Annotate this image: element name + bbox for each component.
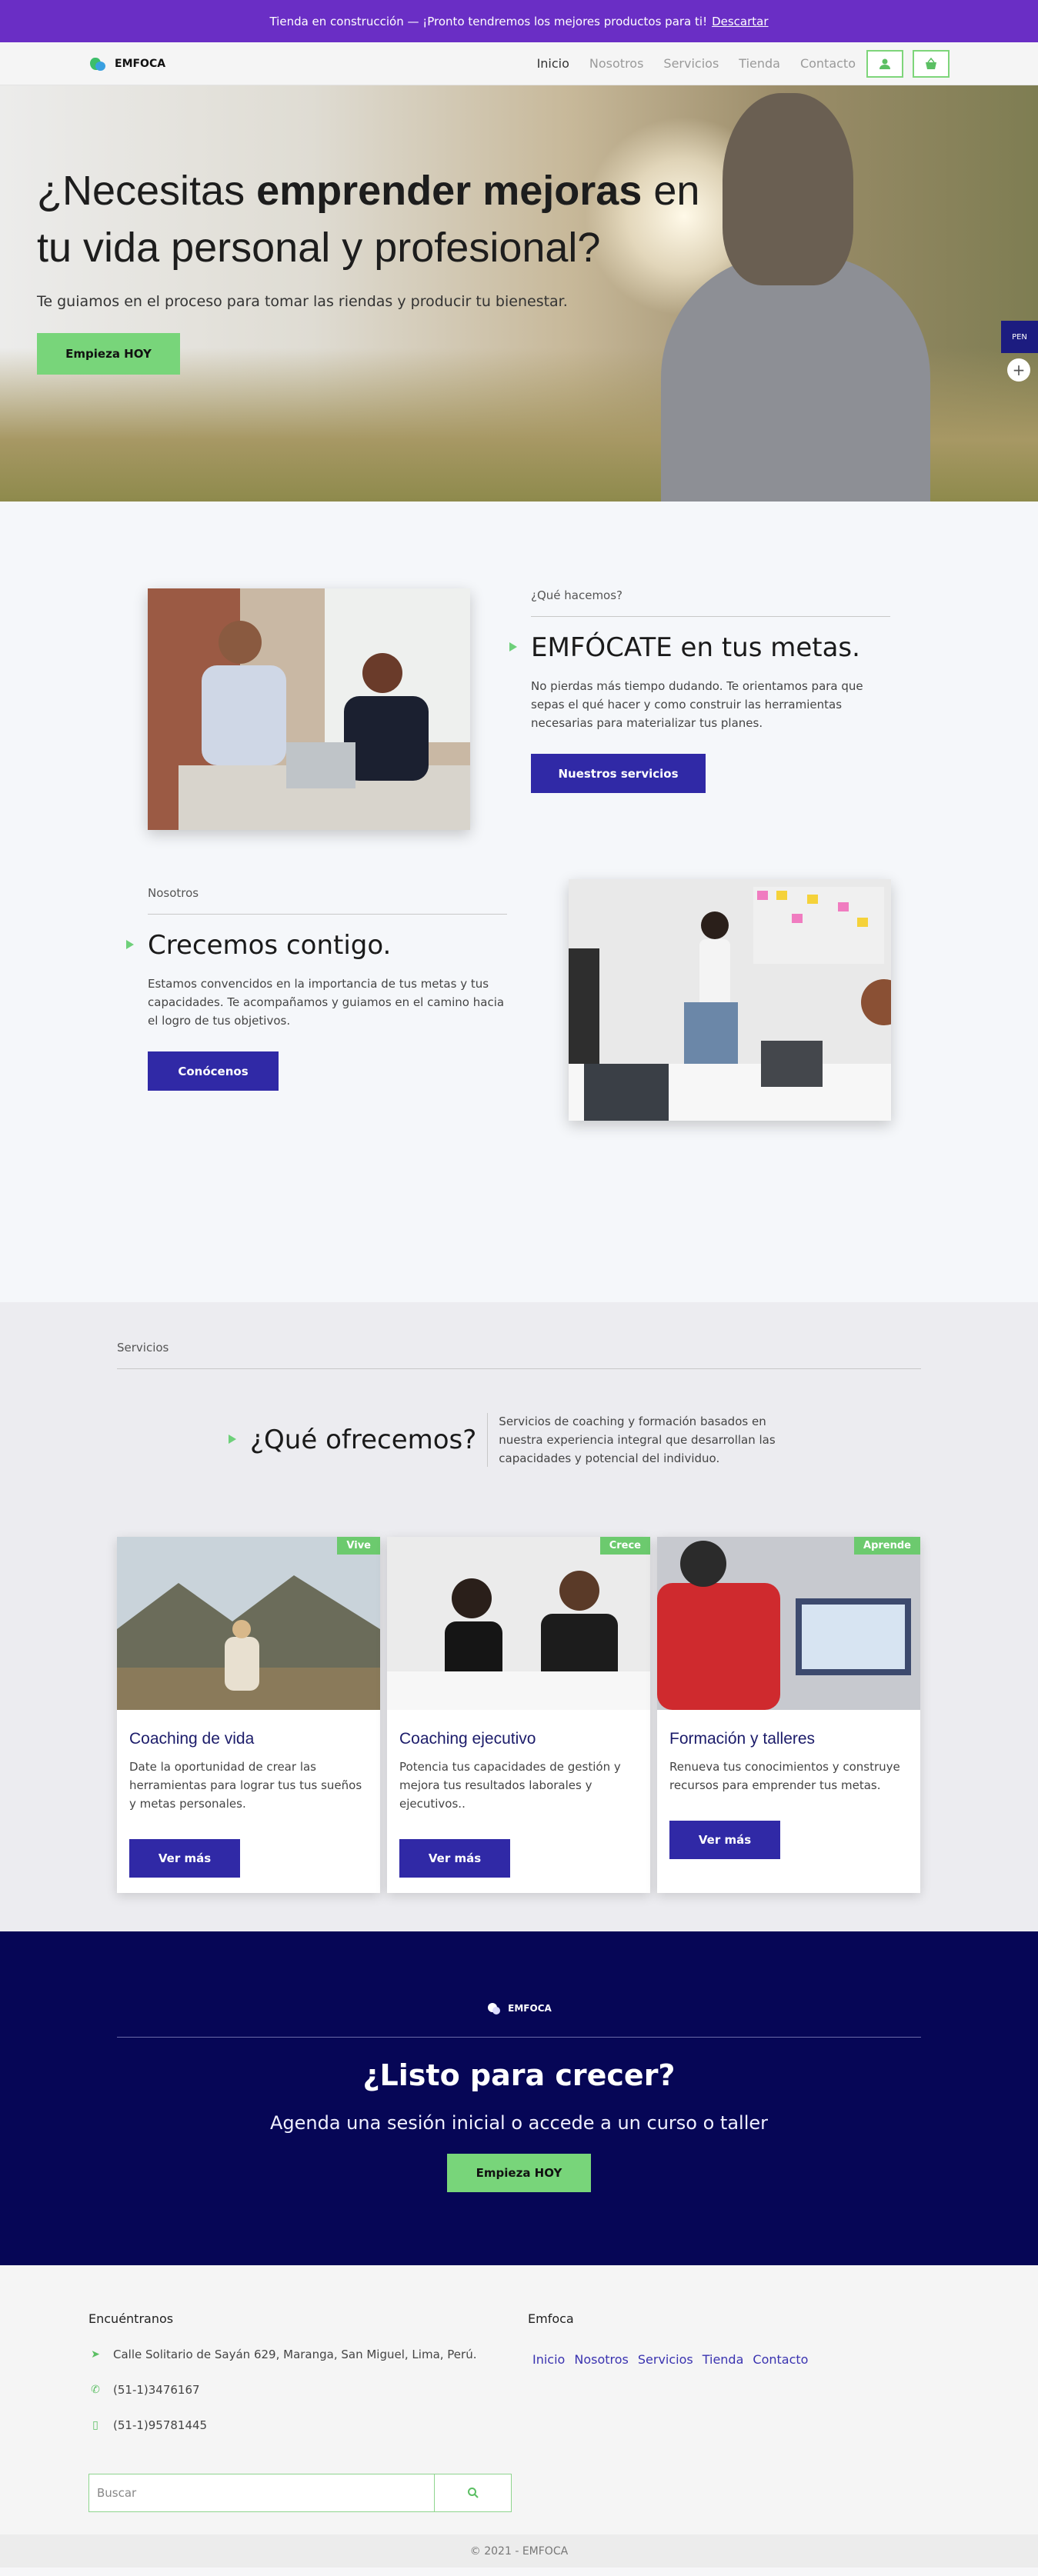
footer-phone[interactable]: (51-1)3476167 [113,2383,200,2397]
service-badge: Crece [599,1537,650,1555]
nav-item-servicios[interactable]: Servicios [663,56,719,71]
team-meeting-image [569,879,891,1121]
cta-button[interactable]: Empieza HOY [447,2154,591,2192]
service-title: Coaching ejecutivo [399,1730,536,1748]
footer-mobile[interactable]: (51-1)95781445 [113,2418,207,2432]
footer-link-contacto[interactable]: Contacto [753,2352,808,2367]
service-text: Date la oportunidad de crear las herrami… [129,1760,362,1811]
footer-search: Buscar [88,2474,512,2512]
footer: Encuéntranos ➤ Calle Solitario de Sayán 6… [0,2265,1038,2534]
footer-link-servicios[interactable]: Servicios [638,2352,693,2367]
mobile-icon: ▯ [92,2419,98,2431]
service-image-office: Crece [387,1537,650,1710]
hero-cta-button[interactable]: Empieza HOY [37,333,180,375]
copyright: © 2021 - EMFOCA [0,2534,1038,2568]
nav-item-inicio[interactable]: Inicio [537,56,569,71]
footer-address: Calle Solitario de Sayán 629, Maranga, S… [113,2348,477,2361]
services-eyebrow: Servicios [117,1341,169,1355]
footer-link-inicio[interactable]: Inicio [532,2352,565,2367]
account-button[interactable] [866,49,903,78]
side-tab[interactable]: PEN [1001,321,1038,353]
meet-us-button[interactable]: Conócenos [148,1051,279,1091]
brand-name: EMFOCA [115,57,166,70]
about-us-section: Nosotros Crecemos contigo. Estamos conve… [0,879,1038,1302]
about1-text: No pierdas más tiempo dudando. Te orient… [531,679,863,730]
logo-icon [488,2003,501,2014]
services-section: Servicios ¿Qué ofrecemos? Servicios de c… [0,1302,1038,1931]
service-card-training: Aprende Formación y talleres Renueva tus… [657,1537,920,1893]
service-text: Potencia tus capacidades de gestión y me… [399,1760,621,1811]
search-input[interactable]: Buscar [88,2474,435,2512]
cta-logo: EMFOCA [0,2001,1038,2016]
top-nav: EMFOCA Inicio Nosotros Servicios Tienda … [0,42,1038,85]
hero-section: ¿Necesitas emprender mejoras en tu vida … [0,85,1038,502]
service-more-button[interactable]: Ver más [669,1821,780,1859]
location-arrow-icon: ➤ [91,2348,100,2361]
basket-icon [926,57,936,69]
banner-text: Tienda en construcción — ¡Pronto tendrem… [269,14,708,28]
footer-link-nosotros[interactable]: Nosotros [574,2352,629,2367]
about1-eyebrow: ¿Qué hacemos? [531,588,623,602]
footer-left-title: Encuéntranos [88,2311,174,2326]
office-high-five-image [148,588,470,830]
hero-subtitle: Te guiamos en el proceso para tomar las … [37,293,568,310]
hero-title: ¿Necesitas emprender mejoras en tu vida … [37,168,700,271]
cta-section: EMFOCA ¿Listo para crecer? Agenda una se… [0,1931,1038,2265]
dismiss-link[interactable]: Descartar [712,15,768,28]
about2-eyebrow: Nosotros [148,886,199,900]
cta-subtitle: Agenda una sesión inicial o accede a un … [269,2112,768,2134]
service-title: Coaching de vida [129,1730,255,1748]
footer-link-tienda[interactable]: Tienda [703,2352,744,2367]
nav-item-tienda[interactable]: Tienda [739,56,780,71]
cart-button[interactable] [913,49,950,78]
services-cards: Vive Coaching de vida Date la oportunida… [117,1537,920,1893]
plus-icon[interactable]: + [1007,358,1030,382]
user-icon [879,58,890,69]
nav-item-contacto[interactable]: Contacto [800,56,856,71]
service-more-button[interactable]: Ver más [129,1839,240,1878]
cta-title: ¿Listo para crecer? [362,2058,676,2092]
footer-right-title: Emfoca [528,2311,574,2326]
nav-item-nosotros[interactable]: Nosotros [589,56,644,71]
nav-links: Inicio Nosotros Servicios Tienda Contact… [537,56,856,71]
service-image-mountains: Vive [117,1537,380,1710]
service-card-life: Vive Coaching de vida Date la oportunida… [117,1537,380,1893]
our-services-button[interactable]: Nuestros servicios [531,754,706,793]
brand-logo[interactable]: EMFOCA [88,55,165,73]
service-badge: Vive [337,1537,380,1555]
logo-icon [88,55,107,73]
services-intro: Servicios de coaching y formación basado… [499,1415,776,1465]
about-services-section: ¿Qué hacemos? EMFÓCATE en tus metas. No … [0,502,1038,886]
announcement-banner: Tienda en construcción — ¡Pronto tendrem… [0,0,1038,42]
about1-title: EMFÓCATE en tus metas. [509,632,890,663]
search-icon [467,2488,479,2498]
search-button[interactable] [435,2474,512,2512]
service-more-button[interactable]: Ver más [399,1839,510,1878]
about2-text: Estamos convencidos en la importancia de… [148,977,505,1028]
service-title: Formación y talleres [669,1730,816,1748]
footer-links: Inicio Nosotros Servicios Tienda Contact… [532,2352,808,2367]
service-badge: Aprende [854,1537,920,1555]
service-image-student: Aprende [657,1537,920,1710]
services-title: ¿Qué ofrecemos? [228,1425,477,1455]
service-text: Renueva tus conocimientos y construye re… [669,1760,900,1792]
about2-title: Crecemos contigo. [126,930,507,961]
service-card-executive: Crece Coaching ejecutivo Potencia tus ca… [387,1537,650,1893]
phone-icon: ✆ [91,2384,100,2396]
